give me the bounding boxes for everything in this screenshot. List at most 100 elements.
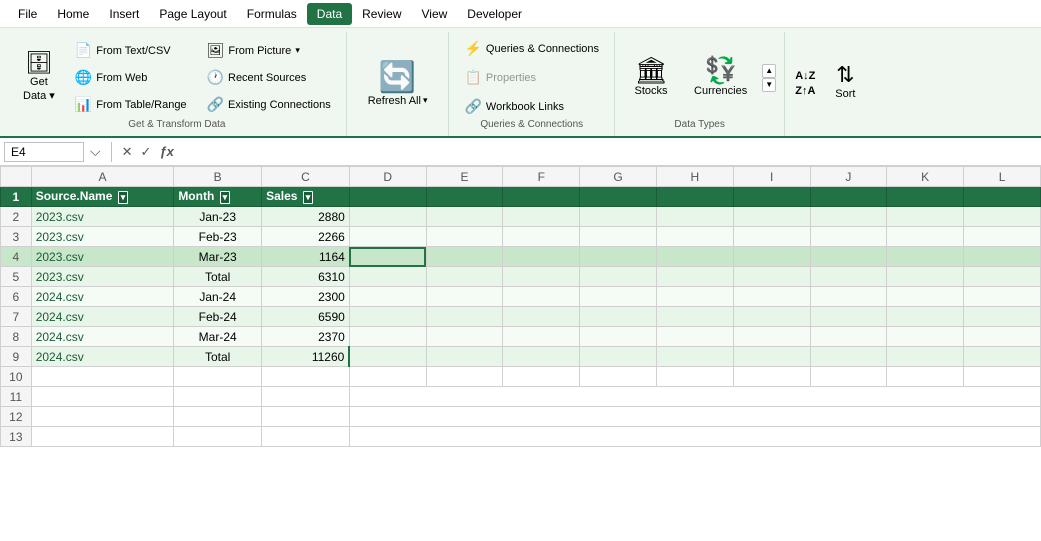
cell-l6[interactable]: [964, 287, 1041, 307]
queries-connections-button[interactable]: ⚡ Queries & Connections: [457, 36, 606, 61]
cell-f2[interactable]: [503, 207, 580, 227]
menu-item-insert[interactable]: Insert: [99, 3, 149, 25]
menu-item-developer[interactable]: Developer: [457, 3, 532, 25]
header-g2[interactable]: [580, 187, 657, 207]
from-table-button[interactable]: 📊 From Table/Range: [68, 92, 194, 117]
cell-k7[interactable]: [887, 307, 964, 327]
cell-c8[interactable]: 2370: [262, 327, 350, 347]
header-l2[interactable]: [964, 187, 1041, 207]
header-cell-sales[interactable]: Sales ▾: [262, 187, 350, 207]
cell-k6[interactable]: [887, 287, 964, 307]
cell-b10[interactable]: [174, 367, 262, 387]
cell-c6[interactable]: 2300: [262, 287, 350, 307]
cell-c10[interactable]: [262, 367, 350, 387]
cell-e2[interactable]: [426, 207, 503, 227]
cell-j8[interactable]: [810, 327, 887, 347]
cell-d7[interactable]: [349, 307, 426, 327]
cell-f5[interactable]: [503, 267, 580, 287]
cell-k4[interactable]: [887, 247, 964, 267]
cell-i4[interactable]: [733, 247, 810, 267]
cell-i9[interactable]: [733, 347, 810, 367]
cell-f3[interactable]: [503, 227, 580, 247]
cell-i6[interactable]: [733, 287, 810, 307]
menu-item-home[interactable]: Home: [47, 3, 99, 25]
cell-j9[interactable]: [810, 347, 887, 367]
cell-h7[interactable]: [656, 307, 733, 327]
cell-k5[interactable]: [887, 267, 964, 287]
cell-c12[interactable]: [262, 407, 350, 427]
cell-c13[interactable]: [262, 427, 350, 447]
cell-e8[interactable]: [426, 327, 503, 347]
cell-k3[interactable]: [887, 227, 964, 247]
currencies-button[interactable]: 💱 Currencies: [687, 52, 754, 103]
cell-f8[interactable]: [503, 327, 580, 347]
col-header-j[interactable]: J: [810, 167, 887, 187]
cell-e4-selected[interactable]: [349, 247, 426, 267]
cell-f7[interactable]: [503, 307, 580, 327]
cell-b4[interactable]: Mar-23: [174, 247, 262, 267]
col-header-d[interactable]: D: [349, 167, 426, 187]
cell-e3[interactable]: [426, 227, 503, 247]
cell-b8[interactable]: Mar-24: [174, 327, 262, 347]
menu-item-page-layout[interactable]: Page Layout: [149, 3, 236, 25]
cell-d9[interactable]: [349, 347, 426, 367]
cell-j5[interactable]: [810, 267, 887, 287]
col-header-i[interactable]: I: [733, 167, 810, 187]
cell-l5[interactable]: [964, 267, 1041, 287]
cell-e9[interactable]: [426, 347, 503, 367]
cell-h9[interactable]: [656, 347, 733, 367]
cell-i7[interactable]: [733, 307, 810, 327]
header-h2[interactable]: [656, 187, 733, 207]
cell-f9[interactable]: [503, 347, 580, 367]
cell-i2[interactable]: [733, 207, 810, 227]
cancel-formula-icon[interactable]: ✕: [120, 142, 135, 162]
cell-d6[interactable]: [349, 287, 426, 307]
header-i2[interactable]: [733, 187, 810, 207]
header-d2[interactable]: [349, 187, 426, 207]
cell-c2[interactable]: 2880: [262, 207, 350, 227]
cell-e6[interactable]: [426, 287, 503, 307]
sales-filter-icon[interactable]: ▾: [303, 191, 314, 204]
header-j2[interactable]: [810, 187, 887, 207]
cell-k2[interactable]: [887, 207, 964, 227]
cell-g5[interactable]: [580, 267, 657, 287]
cell-j3[interactable]: [810, 227, 887, 247]
cell-b7[interactable]: Feb-24: [174, 307, 262, 327]
cell-b9[interactable]: Total: [174, 347, 262, 367]
cell-c7[interactable]: 6590: [262, 307, 350, 327]
cell-c3[interactable]: 2266: [262, 227, 350, 247]
month-filter-icon[interactable]: ▾: [220, 191, 231, 204]
formula-input[interactable]: [180, 143, 1037, 161]
cell-g8[interactable]: [580, 327, 657, 347]
col-header-l[interactable]: L: [964, 167, 1041, 187]
menu-item-file[interactable]: File: [8, 3, 47, 25]
properties-button[interactable]: 📋 Properties: [457, 65, 606, 90]
existing-connections-button[interactable]: 🔗 Existing Connections: [200, 92, 338, 117]
cell-d5[interactable]: [349, 267, 426, 287]
name-box-dropdown[interactable]: ⌵: [88, 143, 103, 160]
col-header-k[interactable]: K: [887, 167, 964, 187]
from-web-button[interactable]: 🌐 From Web: [68, 65, 194, 90]
cell-c9[interactable]: 11260: [262, 347, 350, 367]
header-cell-month[interactable]: Month ▾: [174, 187, 262, 207]
menu-item-review[interactable]: Review: [352, 3, 411, 25]
cell-l9[interactable]: [964, 347, 1041, 367]
cell-a3[interactable]: 2023.csv: [31, 227, 174, 247]
cell-k10[interactable]: [887, 367, 964, 387]
cell-j7[interactable]: [810, 307, 887, 327]
cell-l3[interactable]: [964, 227, 1041, 247]
cell-c11[interactable]: [262, 387, 350, 407]
cell-i3[interactable]: [733, 227, 810, 247]
cell-rest-12[interactable]: [349, 407, 1040, 427]
cell-b3[interactable]: Feb-23: [174, 227, 262, 247]
cell-a9[interactable]: 2024.csv: [31, 347, 174, 367]
cell-h2[interactable]: [656, 207, 733, 227]
col-header-g[interactable]: G: [580, 167, 657, 187]
sort-az-button[interactable]: A↓Z: [793, 69, 817, 83]
cell-d3[interactable]: [349, 227, 426, 247]
col-header-a[interactable]: A: [31, 167, 174, 187]
cell-e4[interactable]: [426, 247, 503, 267]
cell-c4[interactable]: 1164: [262, 247, 350, 267]
cell-l4[interactable]: [964, 247, 1041, 267]
scroll-down-button[interactable]: ▼: [762, 78, 776, 92]
